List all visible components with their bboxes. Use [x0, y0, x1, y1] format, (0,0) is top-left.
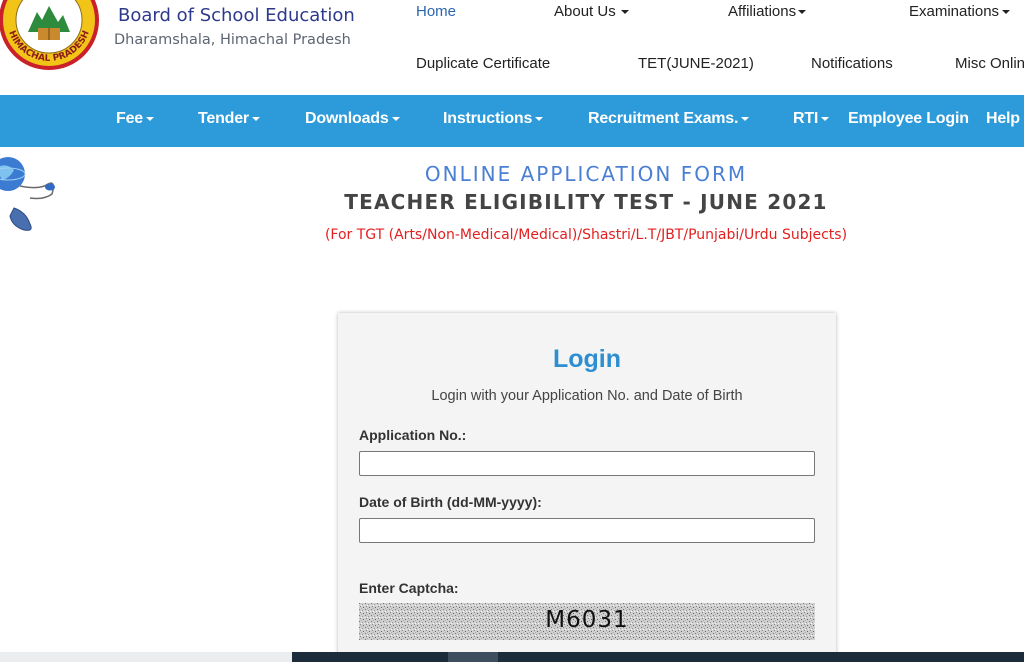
dob-label: Date of Birth (dd-MM-yyyy):	[359, 494, 542, 510]
nav-affiliations-menu[interactable]: Affiliations	[728, 3, 807, 20]
application-no-label: Application No.:	[359, 427, 467, 443]
caret-down-icon	[535, 116, 544, 121]
menu-recruitment-exams[interactable]: Recruitment Exams.	[588, 110, 750, 128]
menu-fee[interactable]: Fee	[116, 110, 154, 128]
board-name: Board of School Education	[118, 5, 355, 26]
caret-down-icon	[821, 116, 830, 121]
board-location: Dharamshala, Himachal Pradesh	[114, 32, 351, 48]
nav-about-us-menu[interactable]: About Us	[554, 3, 629, 20]
menu-downloads[interactable]: Downloads	[305, 110, 400, 128]
menu-employee-login[interactable]: Employee Login	[848, 110, 969, 128]
main-menu-bar: Fee Tender Downloads Instructions Recrui…	[0, 95, 1024, 147]
nav-misc-online-link[interactable]: Misc Onlin	[955, 55, 1024, 72]
caret-down-icon	[145, 116, 154, 121]
menu-tender[interactable]: Tender	[198, 110, 260, 128]
nav-home-link[interactable]: Home	[416, 3, 456, 20]
caret-down-icon	[251, 116, 260, 121]
application-no-input[interactable]	[359, 451, 815, 476]
nav-notifications-link[interactable]: Notifications	[811, 55, 893, 72]
exam-title: TEACHER ELIGIBILITY TEST - JUNE 2021	[344, 190, 828, 214]
nav-duplicate-certificate-link[interactable]: Duplicate Certificate	[416, 55, 550, 72]
site-header: HIMACHAL PRADESH Board of School Educati…	[0, 0, 1024, 95]
captcha-image: M6031	[359, 603, 815, 640]
menu-instructions[interactable]: Instructions	[443, 110, 544, 128]
caret-down-icon	[620, 10, 629, 15]
caret-down-icon	[1002, 10, 1011, 15]
school-seal-logo[interactable]: HIMACHAL PRADESH	[0, 0, 106, 70]
nav-examinations-menu[interactable]: Examinations	[909, 3, 1011, 20]
menu-help[interactable]: Help	[986, 110, 1020, 128]
captcha-label: Enter Captcha:	[359, 580, 459, 596]
menu-rti[interactable]: RTI	[793, 110, 830, 128]
caret-down-icon	[741, 116, 750, 121]
dob-input[interactable]	[359, 518, 815, 543]
login-title: Login	[552, 345, 622, 373]
caret-down-icon	[798, 10, 807, 15]
subjects-note: (For TGT (Arts/Non-Medical/Medical)/Shas…	[324, 227, 848, 243]
taskbar-left-strip	[0, 652, 292, 662]
taskbar	[292, 652, 1024, 662]
caret-down-icon	[391, 116, 400, 121]
taskbar-active-app[interactable]	[448, 652, 498, 662]
login-subtitle: Login with your Application No. and Date…	[431, 388, 743, 404]
form-title: ONLINE APPLICATION FORM	[424, 162, 748, 186]
captcha-text: M6031	[545, 607, 629, 633]
login-card: Login Login with your Application No. an…	[338, 313, 836, 662]
nav-tet-june-2021-link[interactable]: TET(JUNE-2021)	[638, 55, 754, 72]
